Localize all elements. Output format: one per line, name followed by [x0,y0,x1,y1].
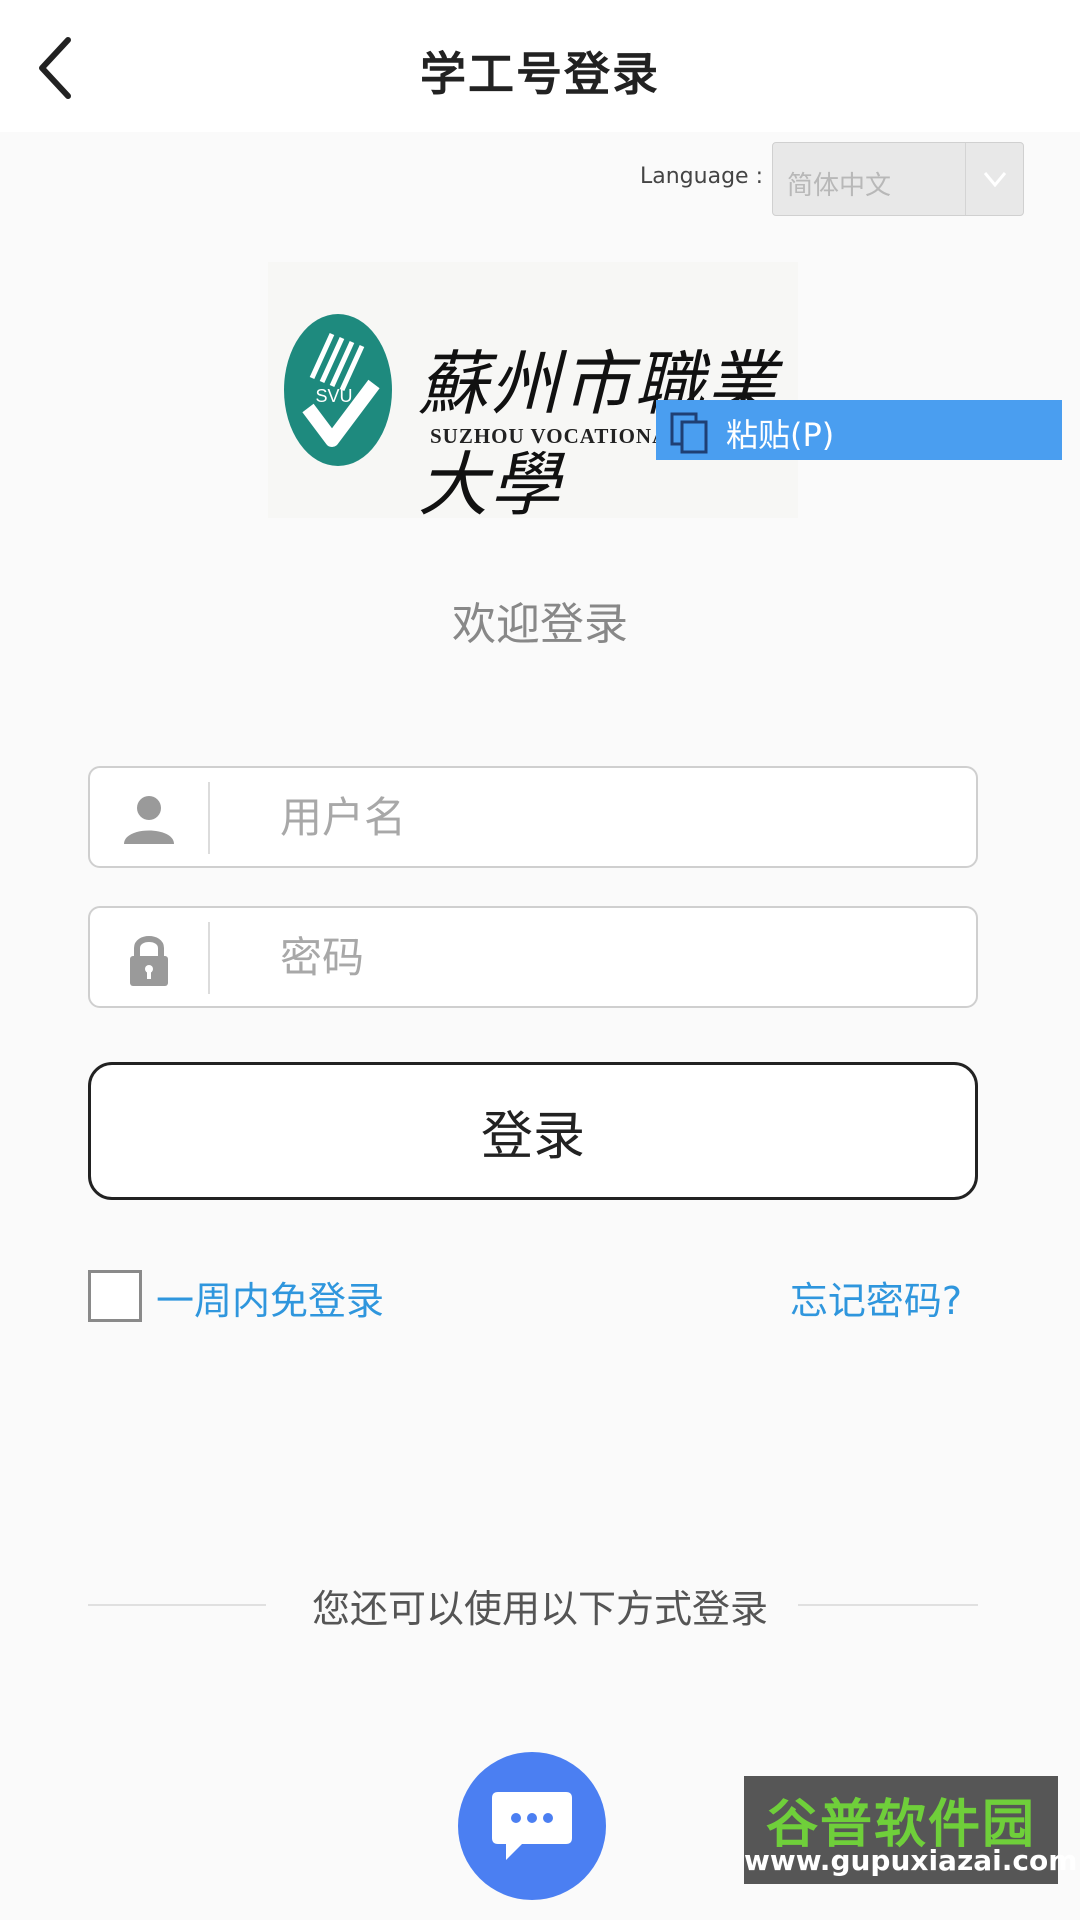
user-icon [124,796,174,844]
svu-emblem-icon: SVU [284,314,392,466]
divider-right [798,1604,978,1606]
forgot-password-link[interactable]: 忘记密码? [790,1270,962,1325]
chat-bubble-icon [492,1792,572,1860]
input-divider [208,782,210,854]
welcome-text: 欢迎登录 [452,599,628,650]
remember-checkbox[interactable] [88,1270,142,1322]
chat-login-button[interactable] [458,1752,606,1900]
language-select[interactable]: 简体中文 [772,142,1024,216]
paste-icon [670,412,708,454]
input-divider [208,922,210,994]
page-title: 学工号登录 [420,47,660,101]
paste-menu-item[interactable]: 粘贴(P) [656,400,1062,460]
paste-label: 粘贴(P) [726,416,835,454]
login-button[interactable]: 登录 [88,1062,978,1200]
remember-label[interactable]: 一周内免登录 [156,1270,384,1325]
emblem-text: SVU [315,386,352,406]
university-logo: SVU 蘇州市職業大學 SUZHOU VOCATIONAL UNIVERSITY [268,262,829,526]
language-label: Language : [640,164,763,189]
password-input[interactable] [280,908,960,1006]
username-input[interactable] [280,768,960,866]
watermark: 谷普软件园 www.gupuxiazai.com [744,1776,1078,1884]
watermark-url: www.gupuxiazai.com [744,1844,1078,1877]
chevron-down-icon [965,143,1023,215]
lock-icon [130,936,168,986]
language-selected-value: 简体中文 [787,171,892,201]
header-bar: 学工号登录 [0,0,1080,132]
username-field[interactable] [88,766,978,868]
password-field[interactable] [88,906,978,1008]
